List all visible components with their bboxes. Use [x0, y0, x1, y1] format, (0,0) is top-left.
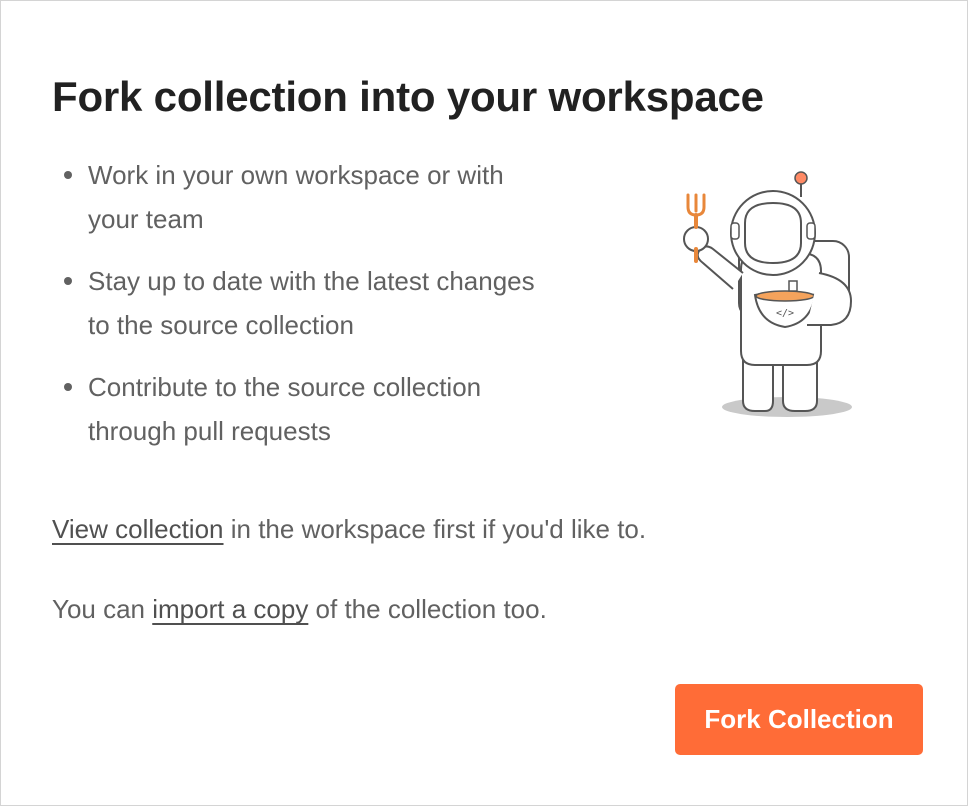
view-collection-link[interactable]: View collection: [52, 514, 224, 544]
benefits-list: Work in your own workspace or with your …: [62, 153, 542, 471]
import-copy-prefix: You can: [52, 594, 153, 624]
benefit-item: Stay up to date with the latest changes …: [62, 259, 542, 347]
view-collection-line: View collection in the workspace first i…: [52, 511, 646, 547]
bullet-icon: [64, 171, 72, 179]
benefit-item: Work in your own workspace or with your …: [62, 153, 542, 241]
import-copy-link[interactable]: import a copy: [152, 594, 308, 624]
import-copy-suffix: of the collection too.: [308, 594, 547, 624]
benefit-text: Contribute to the source collection thro…: [88, 372, 482, 446]
view-collection-text: in the workspace first if you'd like to.: [223, 514, 647, 544]
benefit-item: Contribute to the source collection thro…: [62, 365, 542, 453]
bullet-icon: [64, 383, 72, 391]
benefit-text: Work in your own workspace or with your …: [88, 160, 504, 234]
fork-collection-dialog: Fork collection into your workspace Work…: [0, 0, 968, 806]
astronaut-eating-icon: </>: [683, 171, 852, 417]
dialog-title: Fork collection into your workspace: [52, 73, 764, 120]
bullet-icon: [64, 277, 72, 285]
benefit-text: Stay up to date with the latest changes …: [88, 266, 535, 340]
import-copy-line: You can import a copy of the collection …: [52, 591, 547, 627]
fork-collection-button[interactable]: Fork Collection: [675, 684, 923, 755]
svg-text:</>: </>: [776, 308, 794, 319]
